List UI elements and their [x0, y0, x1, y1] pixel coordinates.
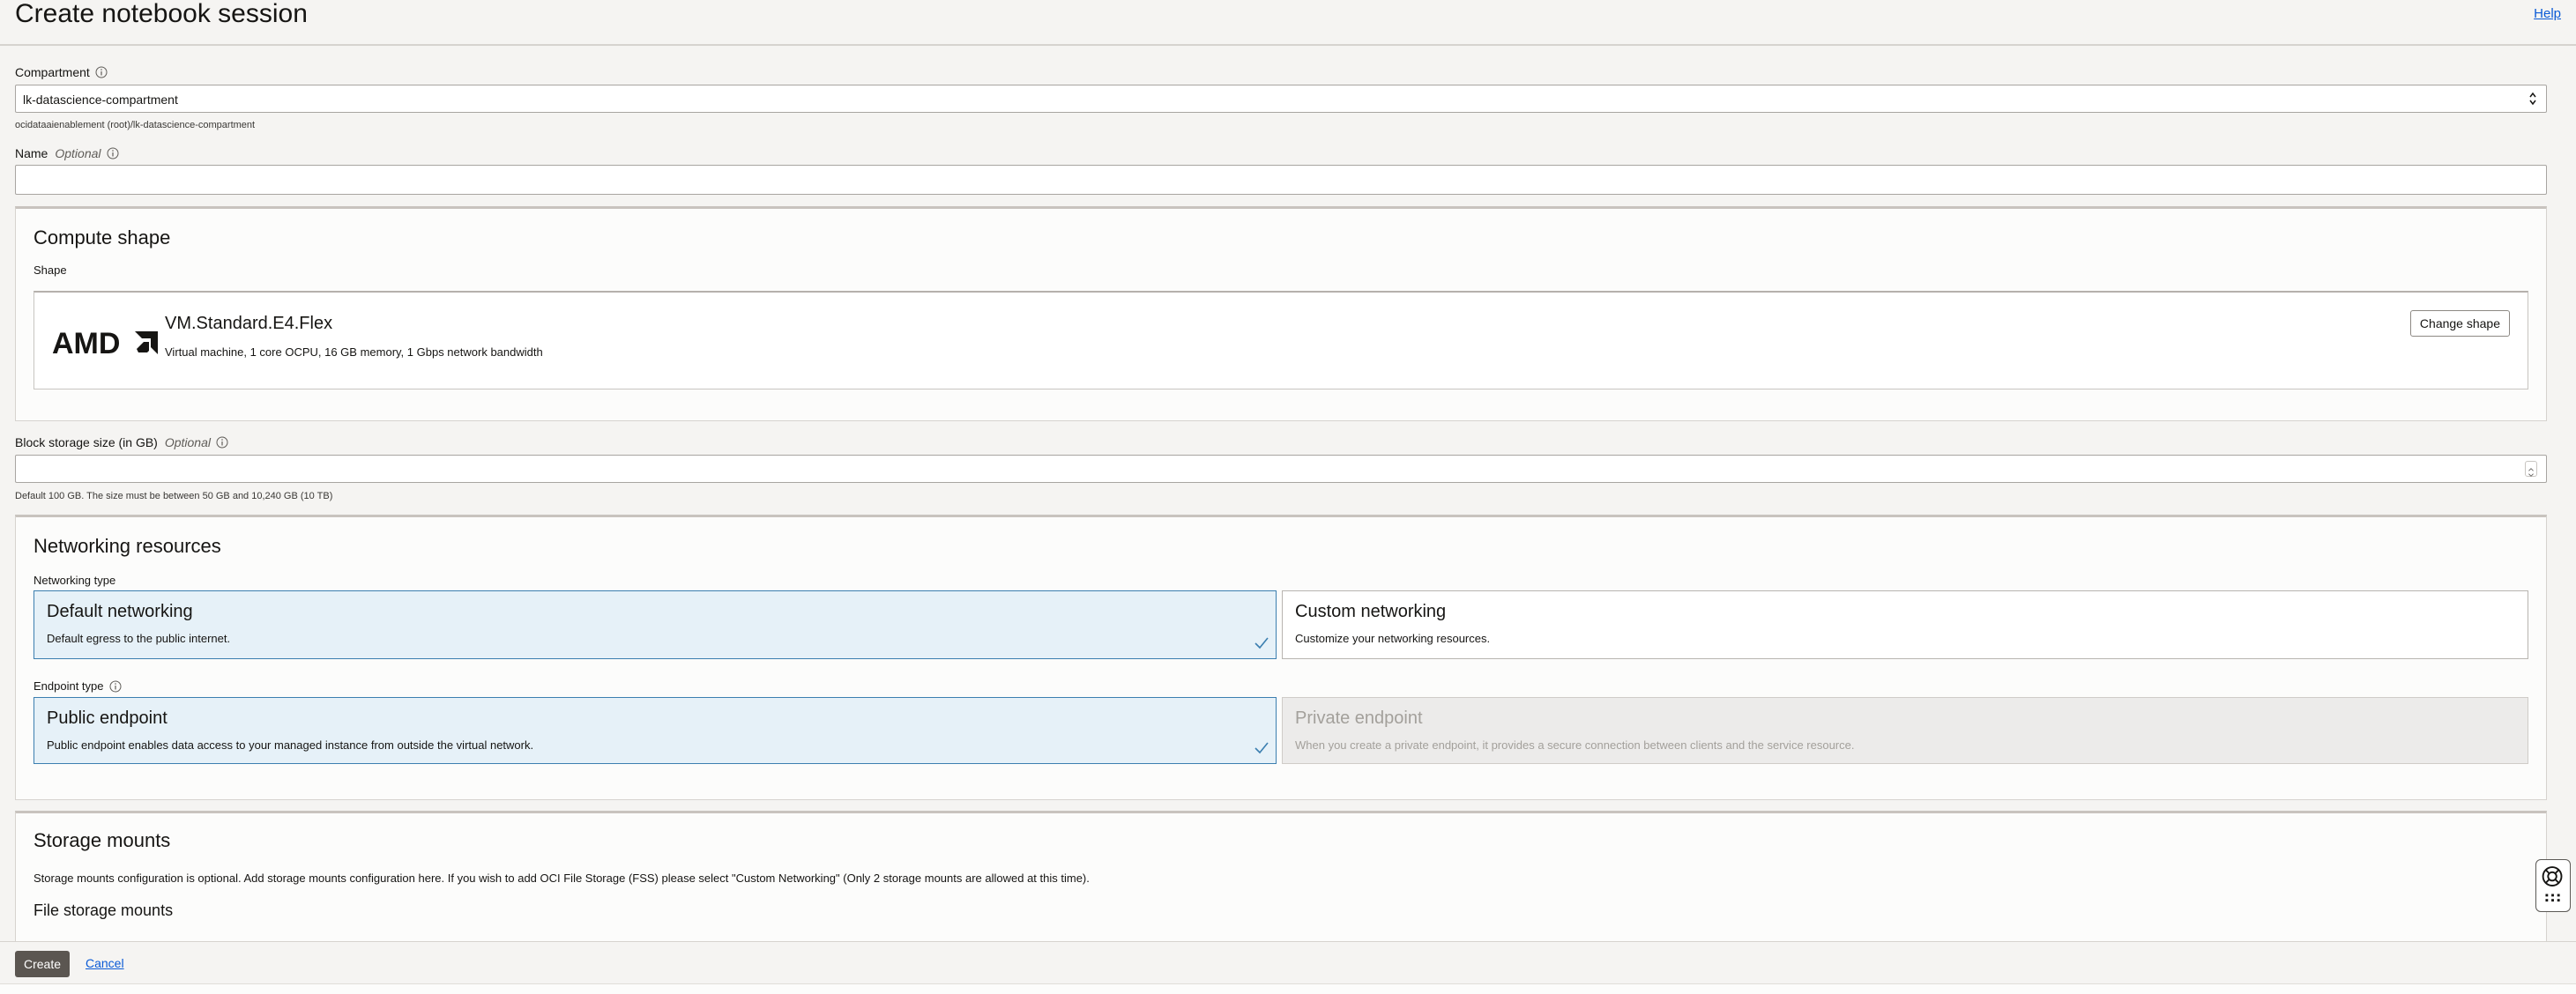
lifebuoy-icon	[2542, 866, 2563, 902]
check-icon	[1254, 742, 1269, 754]
svg-text:AMD: AMD	[52, 328, 120, 358]
compute-shape-title: Compute shape	[34, 226, 171, 248]
option-description: Customize your networking resources.	[1295, 632, 1491, 645]
number-stepper[interactable]	[2525, 461, 2537, 477]
block-storage-label-row: Block storage size (in GB) Optional	[15, 435, 228, 449]
option-title: Custom networking	[1295, 602, 1447, 621]
option-description: When you create a private endpoint, it p…	[1295, 738, 1855, 752]
networking-type-label: Networking type	[34, 574, 116, 587]
storage-mounts-panel: Storage mounts Storage mounts configurat…	[15, 811, 2547, 943]
change-shape-button[interactable]: Change shape	[2409, 310, 2510, 337]
info-icon[interactable]	[95, 66, 108, 78]
form-footer: Create Cancel	[0, 941, 2576, 984]
info-icon[interactable]	[107, 147, 119, 159]
compartment-value: lk-datascience-compartment	[23, 93, 178, 107]
block-storage-label: Block storage size (in GB)	[15, 435, 158, 449]
shape-description: Virtual machine, 1 core OCPU, 16 GB memo…	[165, 345, 543, 359]
endpoint-type-label-row: Endpoint type	[34, 679, 122, 693]
info-icon[interactable]	[216, 436, 228, 449]
compute-shape-panel: Compute shape Shape AMD VM.Standard.E4.F…	[15, 206, 2547, 421]
check-icon	[1254, 637, 1269, 649]
shape-name: VM.Standard.E4.Flex	[165, 314, 333, 333]
compartment-label: Compartment	[15, 65, 90, 79]
shape-label: Shape	[34, 263, 67, 277]
endpoint-type-label: Endpoint type	[34, 679, 104, 693]
option-description: Public endpoint enables data access to y…	[47, 738, 534, 752]
block-storage-input[interactable]	[15, 455, 2547, 483]
page-header: Create notebook session Help	[0, 0, 2576, 46]
compartment-path: ocidataaienablement (root)/lk-datascienc…	[15, 120, 256, 130]
storage-mounts-description: Storage mounts configuration is optional…	[34, 872, 1090, 885]
cancel-link[interactable]: Cancel	[86, 956, 124, 970]
bottom-strip	[0, 983, 2576, 994]
stepper-arrows-icon	[2528, 468, 2534, 477]
shape-card: AMD VM.Standard.E4.Flex Virtual machine,…	[34, 291, 2528, 389]
optional-tag: Optional	[164, 435, 211, 449]
compartment-select[interactable]: lk-datascience-compartment	[15, 85, 2547, 113]
create-button[interactable]: Create	[15, 951, 70, 977]
option-title: Default networking	[47, 602, 193, 621]
public-endpoint-option[interactable]: Public endpoint Public endpoint enables …	[34, 697, 1277, 764]
name-label-row: Name Optional	[15, 146, 119, 160]
option-description: Default egress to the public internet.	[47, 632, 231, 645]
block-storage-help: Default 100 GB. The size must be between…	[15, 491, 333, 501]
help-widget[interactable]	[2535, 859, 2571, 912]
option-title: Public endpoint	[47, 708, 168, 728]
name-label: Name	[15, 146, 48, 160]
amd-logo: AMD	[52, 328, 158, 358]
storage-mounts-title: Storage mounts	[34, 829, 171, 851]
networking-title: Networking resources	[34, 535, 221, 557]
chevron-up-down-icon	[2529, 92, 2536, 106]
help-link[interactable]: Help	[2534, 6, 2561, 21]
option-title: Private endpoint	[1295, 708, 1423, 728]
info-icon[interactable]	[109, 680, 122, 693]
name-input[interactable]	[15, 165, 2547, 195]
page-title: Create notebook session	[15, 0, 308, 28]
default-networking-option[interactable]: Default networking Default egress to the…	[34, 590, 1277, 659]
networking-panel: Networking resources Networking type Def…	[15, 515, 2547, 800]
optional-tag: Optional	[55, 146, 101, 160]
private-endpoint-option: Private endpoint When you create a priva…	[1282, 697, 2528, 764]
compartment-label-row: Compartment	[15, 65, 108, 79]
custom-networking-option[interactable]: Custom networking Customize your network…	[1282, 590, 2528, 659]
file-storage-mounts-heading: File storage mounts	[34, 901, 174, 919]
